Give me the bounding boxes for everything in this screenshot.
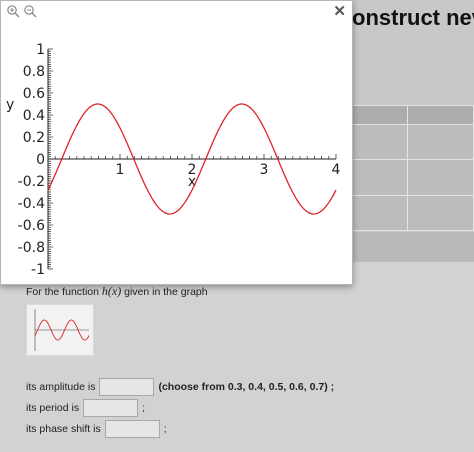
thumbnail-plot (34, 309, 90, 351)
period-row: its period is ; (26, 399, 145, 417)
amplitude-label: its amplitude is (26, 381, 96, 393)
phase-row: its phase shift is ; (26, 420, 167, 438)
y-tick-label: 0.4 (23, 108, 45, 124)
zoom-in-icon[interactable] (6, 4, 20, 18)
y-tick-label: 0.6 (23, 86, 45, 102)
phase-label: its phase shift is (26, 423, 101, 435)
y-tick-label: -0.8 (18, 240, 45, 256)
table-cell (406, 159, 474, 196)
y-tick-label: -1 (31, 262, 45, 278)
amplitude-hint: (choose from 0.3, 0.4, 0.5, 0.6, 0.7) ; (158, 381, 335, 393)
description-prefix: For the function (26, 286, 102, 298)
zoom-out-icon[interactable] (23, 4, 37, 18)
graph-thumbnail[interactable] (26, 304, 94, 356)
function-plot: 10.80.60.40.20-0.2-0.4-0.6-0.8-11 2 3 4yx (6, 42, 341, 278)
x-tick-label: 1 (116, 162, 125, 178)
page-heading: onstruct nev (352, 5, 474, 30)
popup-toolbar: ✕ (1, 1, 352, 23)
x-tick-label: 4 (332, 162, 341, 178)
y-tick-label: -0.2 (18, 174, 45, 190)
y-axis-label: y (6, 97, 14, 113)
amplitude-input[interactable] (99, 378, 155, 396)
description-suffix: given in the graph (121, 286, 208, 298)
table-cell (406, 123, 474, 161)
x-axis-label: x (188, 174, 196, 190)
y-tick-label: 1 (36, 42, 45, 58)
table-cell (406, 194, 474, 232)
graph-popup: ✕ 1 0.8 0.6 0.4 0.2 0 -0.2 -0.4 -0.6 -0.8 -1 1 2 3 4 y x (0, 0, 353, 285)
problem-content: For the function h(x) given in the graph… (0, 262, 474, 452)
y-tick-label: 0 (36, 152, 45, 168)
phase-suffix: ; (163, 423, 167, 435)
close-icon[interactable]: ✕ (333, 3, 346, 21)
problem-description: For the function h(x) given in the graph (26, 284, 208, 299)
y-tick-label: 0.8 (23, 64, 45, 80)
y-tick-label: -0.4 (18, 196, 45, 212)
period-label: its period is (26, 402, 80, 414)
function-name: h(x) (101, 284, 122, 298)
period-suffix: ; (142, 402, 146, 414)
table-cell (406, 105, 474, 125)
background-table (340, 105, 474, 232)
period-input[interactable] (83, 399, 139, 417)
y-tick-label: -0.6 (18, 218, 45, 234)
x-tick-label: 3 (260, 162, 269, 178)
phase-shift-input[interactable] (104, 420, 160, 438)
amplitude-row: its amplitude is (choose from 0.3, 0.4, … (26, 378, 334, 396)
y-tick-label: 0.2 (23, 130, 45, 146)
